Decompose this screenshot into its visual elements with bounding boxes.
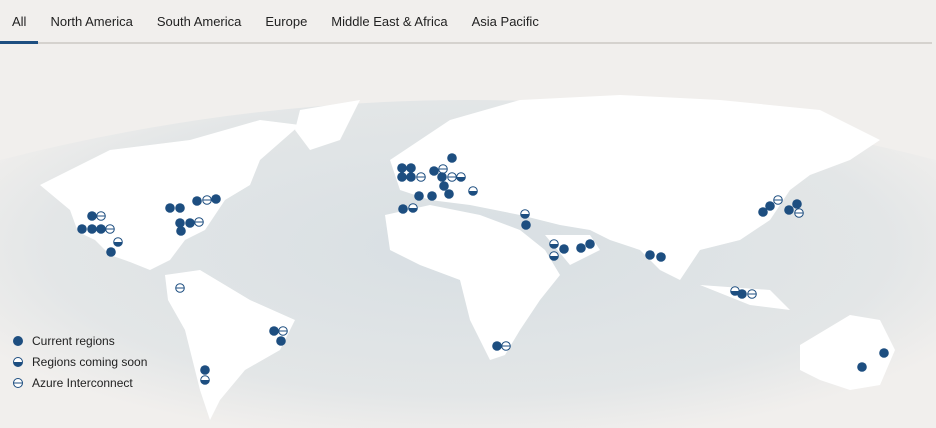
current-region-icon	[13, 335, 23, 346]
current-region-marker[interactable]	[211, 194, 221, 204]
current-region-marker[interactable]	[398, 204, 408, 214]
current-region-marker[interactable]	[521, 220, 531, 230]
current-region-marker[interactable]	[656, 252, 666, 262]
azure-interconnect-marker[interactable]	[278, 326, 288, 336]
current-region-marker[interactable]	[784, 205, 794, 215]
current-region-marker[interactable]	[414, 191, 424, 201]
legend-soon: Regions coming soon	[12, 351, 147, 372]
current-region-marker[interactable]	[96, 224, 106, 234]
current-region-marker[interactable]	[645, 250, 655, 260]
tab-south-america[interactable]: South America	[145, 0, 254, 42]
map-legend: Current regions Regions coming soon Azur…	[12, 330, 147, 393]
azure-interconnect-marker[interactable]	[438, 164, 448, 174]
azure-interconnect-marker[interactable]	[194, 217, 204, 227]
current-region-marker[interactable]	[176, 226, 186, 236]
current-region-marker[interactable]	[492, 341, 502, 351]
coming-soon-marker[interactable]	[549, 239, 559, 249]
coming-soon-icon	[13, 356, 23, 367]
tab-middle-east-africa[interactable]: Middle East & Africa	[319, 0, 459, 42]
current-region-marker[interactable]	[559, 244, 569, 254]
azure-interconnect-marker[interactable]	[747, 289, 757, 299]
azure-interconnect-marker[interactable]	[447, 172, 457, 182]
tab-all[interactable]: All	[0, 0, 39, 44]
current-region-marker[interactable]	[165, 203, 175, 213]
azure-interconnect-marker[interactable]	[501, 341, 511, 351]
current-region-marker[interactable]	[276, 336, 286, 346]
coming-soon-marker[interactable]	[408, 203, 418, 213]
current-region-marker[interactable]	[737, 289, 747, 299]
coming-soon-marker[interactable]	[520, 209, 530, 219]
current-region-marker[interactable]	[87, 211, 97, 221]
current-region-marker[interactable]	[106, 247, 116, 257]
current-region-marker[interactable]	[77, 224, 87, 234]
azure-interconnect-marker[interactable]	[773, 195, 783, 205]
tab-asia-pacific[interactable]: Asia Pacific	[460, 0, 551, 42]
current-region-marker[interactable]	[175, 203, 185, 213]
current-region-marker[interactable]	[87, 224, 97, 234]
current-region-marker[interactable]	[192, 196, 202, 206]
current-region-marker[interactable]	[447, 153, 457, 163]
current-region-marker[interactable]	[406, 163, 416, 173]
tab-north-america[interactable]: North America	[38, 0, 144, 42]
azure-interconnect-marker[interactable]	[794, 208, 804, 218]
azure-interconnect-marker[interactable]	[96, 211, 106, 221]
coming-soon-marker[interactable]	[456, 172, 466, 182]
current-region-marker[interactable]	[406, 172, 416, 182]
current-region-marker[interactable]	[439, 181, 449, 191]
coming-soon-marker[interactable]	[200, 375, 210, 385]
current-region-marker[interactable]	[429, 166, 439, 176]
current-region-marker[interactable]	[185, 218, 195, 228]
azure-interconnect-marker[interactable]	[416, 172, 426, 182]
current-region-marker[interactable]	[585, 239, 595, 249]
current-region-marker[interactable]	[444, 189, 454, 199]
current-region-marker[interactable]	[397, 172, 407, 182]
coming-soon-marker[interactable]	[468, 186, 478, 196]
current-region-marker[interactable]	[792, 199, 802, 209]
current-region-marker[interactable]	[269, 326, 279, 336]
azure-interconnect-marker[interactable]	[202, 195, 212, 205]
region-tabs: All North America South America Europe M…	[0, 0, 932, 44]
azure-interconnect-marker[interactable]	[175, 283, 185, 293]
current-region-marker[interactable]	[879, 348, 889, 358]
current-region-marker[interactable]	[427, 191, 437, 201]
current-region-marker[interactable]	[200, 365, 210, 375]
azure-interconnect-icon	[13, 377, 23, 388]
current-region-marker[interactable]	[857, 362, 867, 372]
coming-soon-marker[interactable]	[113, 237, 123, 247]
tab-europe[interactable]: Europe	[253, 0, 319, 42]
current-region-marker[interactable]	[765, 201, 775, 211]
current-region-marker[interactable]	[397, 163, 407, 173]
current-region-marker[interactable]	[437, 172, 447, 182]
coming-soon-marker[interactable]	[549, 251, 559, 261]
legend-current: Current regions	[12, 330, 147, 351]
legend-interconnect: Azure Interconnect	[12, 372, 147, 393]
azure-interconnect-marker[interactable]	[105, 224, 115, 234]
current-region-marker[interactable]	[576, 243, 586, 253]
